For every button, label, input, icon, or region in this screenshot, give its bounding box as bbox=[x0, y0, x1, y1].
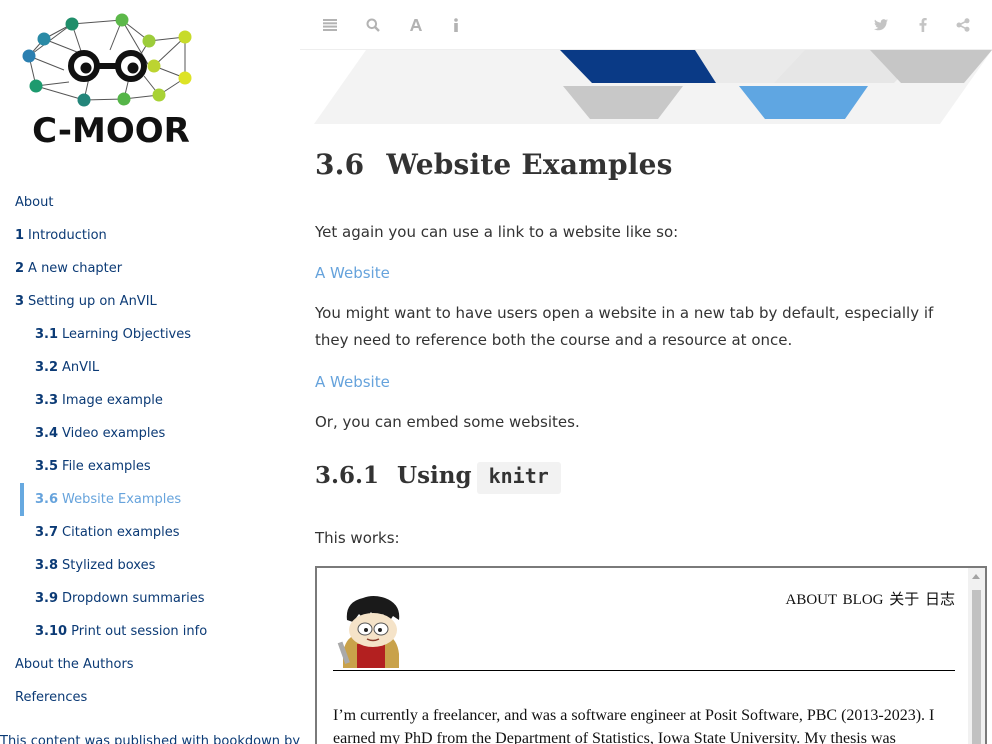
avatar-cartoon bbox=[337, 596, 400, 668]
sidebar-item-references[interactable]: References bbox=[0, 681, 300, 714]
sidebar-item-number: 3 bbox=[15, 294, 25, 309]
sidebar-item-number: 2 bbox=[15, 261, 25, 276]
c-moor-logo[interactable]: C-MOOR bbox=[14, 10, 208, 150]
sidebar-item-introduction[interactable]: 1 Introduction bbox=[0, 219, 300, 252]
section-heading: 3.6 Website Examples bbox=[315, 148, 673, 181]
sidebar-item-label: Image example bbox=[62, 393, 163, 408]
facebook-icon[interactable] bbox=[913, 15, 933, 35]
sidebar-item-citation-examples[interactable]: 3.7 Citation examples bbox=[0, 516, 300, 549]
sidebar-item-about-the-authors[interactable]: About the Authors bbox=[0, 648, 300, 681]
sidebar-item-label: Citation examples bbox=[62, 525, 180, 540]
sidebar-item-label: Setting up on AnVIL bbox=[28, 294, 157, 309]
sidebar-item-number: 1 bbox=[15, 228, 25, 243]
sidebar-item-stylized-boxes[interactable]: 3.8 Stylized boxes bbox=[0, 549, 300, 582]
sidebar-item-file-examples[interactable]: 3.5 File examples bbox=[0, 450, 300, 483]
sidebar-item-website-examples[interactable]: 3.6 Website Examples bbox=[0, 483, 300, 516]
subsection-title: Using bbox=[397, 462, 472, 489]
sidebar-item-label: Website Examples bbox=[62, 492, 182, 507]
paragraph: You might want to have users open a webs… bbox=[315, 304, 934, 349]
search-icon[interactable] bbox=[363, 15, 383, 35]
info-icon[interactable] bbox=[446, 15, 466, 35]
sidebar-item-label: References bbox=[15, 690, 88, 705]
section-title: Website Examples bbox=[386, 148, 673, 181]
sidebar-item-label: About bbox=[15, 195, 54, 210]
twitter-icon[interactable] bbox=[871, 15, 891, 35]
sidebar: C-MOOR About 1 Introduction 2 A new chapter 3… bbox=[0, 0, 300, 744]
sidebar-item-number: 3.5 bbox=[35, 459, 59, 474]
scroll-up-arrow-icon[interactable] bbox=[972, 574, 980, 579]
sidebar-item-video-examples[interactable]: 3.4 Video examples bbox=[0, 417, 300, 450]
sidebar-item-label: Introduction bbox=[28, 228, 107, 243]
iframe-bio-text: I’m currently a freelancer, and was a so… bbox=[333, 707, 935, 744]
published-with-note: This content was published with bookdown… bbox=[0, 734, 300, 744]
font-icon[interactable] bbox=[406, 15, 426, 35]
sidebar-item-number: 3.7 bbox=[35, 525, 59, 540]
sidebar-item-a-new-chapter[interactable]: 2A new chapter bbox=[0, 252, 300, 285]
sidebar-item-label: File examples bbox=[62, 459, 151, 474]
sidebar-item-label: Stylized boxes bbox=[62, 558, 156, 573]
divider bbox=[333, 670, 955, 671]
sidebar-item-number: 3.6 bbox=[35, 492, 59, 507]
sidebar-item-number: 3.10 bbox=[35, 624, 68, 639]
top-toolbar bbox=[300, 0, 992, 50]
subsection-number: 3.6.1 bbox=[315, 462, 380, 489]
logo-text: C-MOOR bbox=[32, 111, 190, 150]
sidebar-item-number: 3.2 bbox=[35, 360, 59, 375]
sidebar-item-dropdown-summaries[interactable]: 3.9 Dropdown summaries bbox=[0, 582, 300, 615]
sidebar-item-number: 3.9 bbox=[35, 591, 59, 606]
sidebar-item-print-out-session-info[interactable]: 3.10 Print out session info bbox=[0, 615, 300, 648]
website-link[interactable]: A Website bbox=[315, 264, 390, 282]
sidebar-item-about[interactable]: About bbox=[0, 186, 300, 219]
embedded-website-frame[interactable]: ABOUT BLOG 关于 日志 I’m currently a freelan… bbox=[315, 566, 987, 744]
inline-code: knitr bbox=[476, 462, 561, 494]
sidebar-item-number: 3.3 bbox=[35, 393, 59, 408]
iframe-nav-links[interactable]: ABOUT BLOG 关于 日志 bbox=[786, 588, 955, 609]
sidebar-item-label: Print out session info bbox=[71, 624, 208, 639]
sidebar-item-label: Video examples bbox=[62, 426, 166, 441]
sidebar-item-image-example[interactable]: 3.3 Image example bbox=[0, 384, 300, 417]
sidebar-item-label: AnVIL bbox=[62, 360, 100, 375]
sidebar-item-anvil[interactable]: 3.2 AnVIL bbox=[0, 351, 300, 384]
sidebar-item-label: About the Authors bbox=[15, 657, 134, 672]
section-number: 3.6 bbox=[315, 148, 365, 181]
paragraph: This works: bbox=[315, 529, 400, 547]
sidebar-item-number: 3.4 bbox=[35, 426, 59, 441]
sidebar-item-learning-objectives[interactable]: 3.1 Learning Objectives bbox=[0, 318, 300, 351]
paragraph: Or, you can embed some websites. bbox=[315, 413, 580, 431]
iframe-scrollbar[interactable] bbox=[968, 568, 985, 744]
menu-icon[interactable] bbox=[320, 15, 340, 35]
sidebar-item-number: 3.1 bbox=[35, 327, 59, 342]
sidebar-item-label: Dropdown summaries bbox=[62, 591, 205, 606]
website-link-new-tab[interactable]: A Website bbox=[315, 373, 390, 391]
table-of-contents: About 1 Introduction 2 A new chapter 3 Setting… bbox=[0, 186, 300, 714]
share-icon[interactable] bbox=[953, 15, 973, 35]
scrollbar-thumb[interactable] bbox=[972, 590, 981, 744]
paragraph: Yet again you can use a link to a websit… bbox=[315, 223, 679, 241]
sidebar-item-label: A new chapter bbox=[28, 261, 123, 276]
subsection-heading: 3.6.1 Using knitr bbox=[315, 462, 561, 494]
sidebar-item-setting-up-on-anvil[interactable]: 3 Setting up on AnVIL bbox=[0, 285, 300, 318]
sidebar-item-label: Learning Objectives bbox=[62, 327, 192, 342]
decorative-banner bbox=[314, 50, 992, 124]
sidebar-item-number: 3.8 bbox=[35, 558, 59, 573]
